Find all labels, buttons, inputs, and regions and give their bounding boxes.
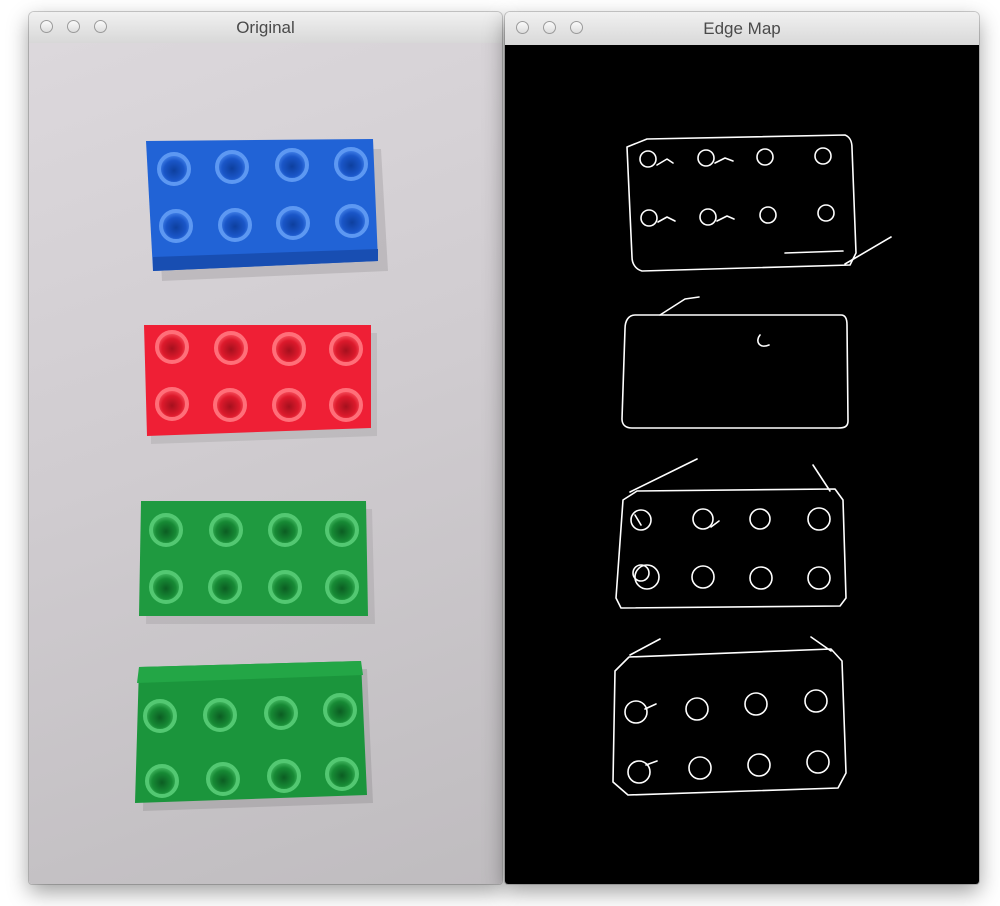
original-titlebar[interactable]: Original (29, 12, 502, 44)
window-title: Original (236, 18, 295, 37)
edge-map-window: Edge Map (505, 12, 979, 884)
window-title: Edge Map (703, 19, 781, 38)
original-window: Original (29, 12, 502, 884)
edge-brick-3 (615, 458, 847, 609)
green-brick-bottom (135, 661, 373, 811)
edge-map-image (505, 45, 979, 884)
edge-brick-4 (612, 636, 847, 796)
green-brick-top (139, 501, 375, 624)
blue-brick (146, 139, 388, 281)
original-image (29, 43, 502, 884)
edge-brick-2 (621, 296, 849, 429)
edge-brick-1 (626, 134, 892, 272)
edge-map-titlebar[interactable]: Edge Map (505, 12, 979, 46)
red-brick (144, 325, 377, 444)
